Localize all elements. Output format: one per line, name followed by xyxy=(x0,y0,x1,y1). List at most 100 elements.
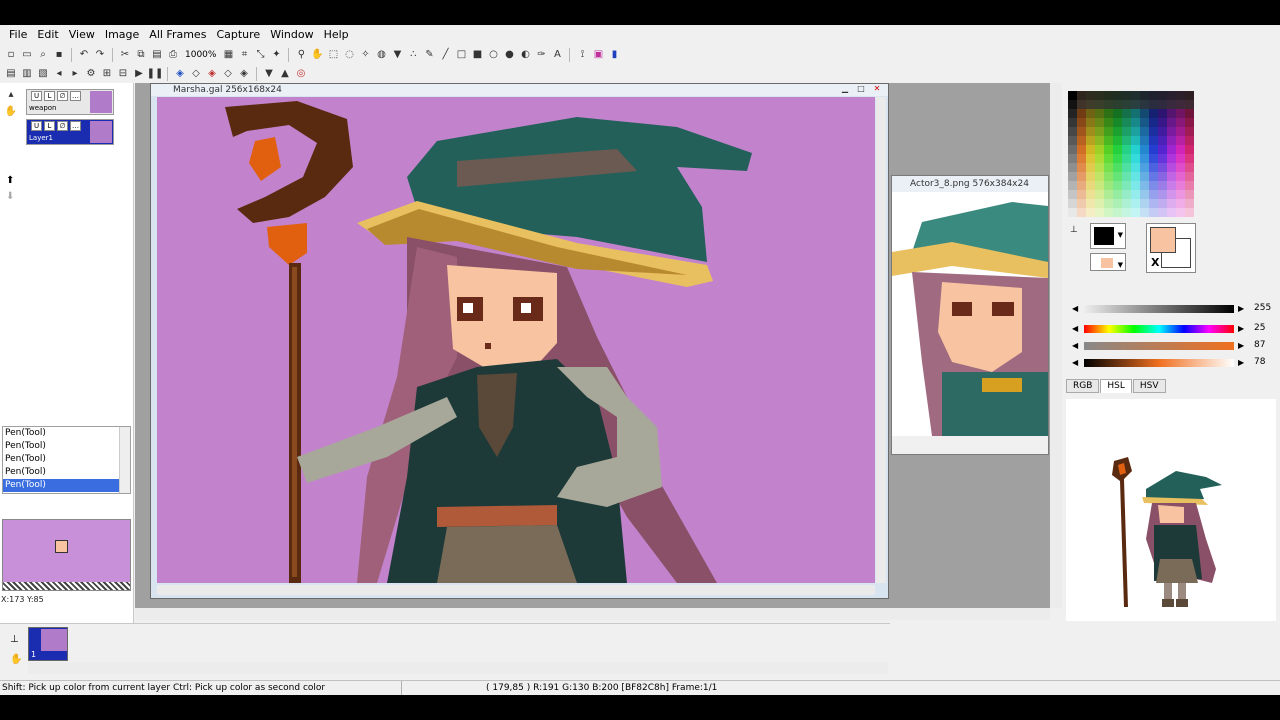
workspace-horizontal-scrollbar[interactable] xyxy=(135,608,1050,620)
palette-swatch[interactable] xyxy=(1122,190,1131,199)
palette-swatch[interactable] xyxy=(1068,91,1077,100)
palette-swatch[interactable] xyxy=(1158,118,1167,127)
layer-visible-checkbox[interactable]: U xyxy=(31,91,42,101)
palette-swatch[interactable] xyxy=(1077,208,1086,217)
palette-swatch[interactable] xyxy=(1131,109,1140,118)
palette-swatch[interactable] xyxy=(1149,190,1158,199)
palette-swatch[interactable] xyxy=(1122,163,1131,172)
palette-swatch[interactable] xyxy=(1077,163,1086,172)
palette-swatch[interactable] xyxy=(1185,190,1194,199)
list-item[interactable]: Pen(Tool) xyxy=(3,440,130,453)
line-icon[interactable]: ╱ xyxy=(438,48,452,62)
palette-swatch[interactable] xyxy=(1095,145,1104,154)
palette-swatch[interactable] xyxy=(1167,127,1176,136)
list-item[interactable]: Pen(Tool) xyxy=(3,466,130,479)
palette-swatch[interactable] xyxy=(1149,154,1158,163)
palette-swatch[interactable] xyxy=(1167,208,1176,217)
layer-new-icon[interactable]: ▤ xyxy=(4,67,18,81)
palette-swatch[interactable] xyxy=(1140,145,1149,154)
palette-swatch[interactable] xyxy=(1104,118,1113,127)
palette-swatch[interactable] xyxy=(1176,172,1185,181)
palette-swatch[interactable] xyxy=(1122,172,1131,181)
menu-help[interactable]: Help xyxy=(319,28,354,41)
layer-up-icon[interactable]: ▴ xyxy=(2,89,20,105)
copy-icon[interactable]: ⧉ xyxy=(134,48,148,62)
palette-swatch[interactable] xyxy=(1167,190,1176,199)
minimize-icon[interactable]: ▁ xyxy=(838,84,852,94)
ellipse-icon[interactable]: ○ xyxy=(486,48,500,62)
palette-swatch[interactable] xyxy=(1131,145,1140,154)
text-icon[interactable]: A xyxy=(550,48,564,62)
palette-swatch[interactable] xyxy=(1104,190,1113,199)
palette-swatch[interactable] xyxy=(1185,199,1194,208)
palette-swatch[interactable] xyxy=(1131,190,1140,199)
palette-swatch[interactable] xyxy=(1068,163,1077,172)
palette-swatch[interactable] xyxy=(1140,91,1149,100)
palette-swatch[interactable] xyxy=(1149,172,1158,181)
palette-swatch[interactable] xyxy=(1077,172,1086,181)
palette-swatch[interactable] xyxy=(1086,127,1095,136)
palette-swatch[interactable] xyxy=(1104,181,1113,190)
list-item[interactable]: Pen(Tool) xyxy=(3,453,130,466)
palette-swatch[interactable] xyxy=(1077,136,1086,145)
palette-swatch[interactable] xyxy=(1176,127,1185,136)
palette-swatch[interactable] xyxy=(1113,208,1122,217)
tab-hsl[interactable]: HSL xyxy=(1100,379,1132,393)
palette-swatch[interactable] xyxy=(1095,181,1104,190)
frame-thumbnail[interactable]: 1 xyxy=(28,627,68,661)
palette-swatch[interactable] xyxy=(1158,127,1167,136)
palette-swatch[interactable] xyxy=(1077,145,1086,154)
palette-swatch[interactable] xyxy=(1140,199,1149,208)
menu-window[interactable]: Window xyxy=(265,28,318,41)
palette-swatch[interactable] xyxy=(1095,109,1104,118)
palette-swatch[interactable] xyxy=(1158,109,1167,118)
settings-icon[interactable]: ◎ xyxy=(294,67,308,81)
layer-more-button[interactable]: … xyxy=(70,91,81,101)
palette-swatch[interactable] xyxy=(1176,109,1185,118)
palette-swatch[interactable] xyxy=(1113,100,1122,109)
palette-swatch[interactable] xyxy=(1131,100,1140,109)
palette-swatch[interactable] xyxy=(1131,163,1140,172)
tab-hsv[interactable]: HSV xyxy=(1132,379,1166,393)
frame-hand-icon[interactable]: ✋ xyxy=(10,650,22,670)
layer-row-layer1[interactable]: U L ∅ … Layer1 xyxy=(26,119,114,145)
onion-icon[interactable]: ◈ xyxy=(173,67,187,81)
layer-delete-icon[interactable]: ▧ xyxy=(36,67,50,81)
effects-icon[interactable]: ✦ xyxy=(269,48,283,62)
navigator-preview[interactable] xyxy=(2,519,131,591)
stamp-icon[interactable]: ◍ xyxy=(374,48,388,62)
palette-swatch[interactable] xyxy=(1185,127,1194,136)
move-down-icon[interactable]: ⬇ xyxy=(6,191,14,202)
palette-swatch[interactable] xyxy=(1185,172,1194,181)
palette-swatch[interactable] xyxy=(1104,109,1113,118)
tab-rgb[interactable]: RGB xyxy=(1066,379,1100,393)
drawing-canvas[interactable] xyxy=(157,97,875,583)
palette-swatch[interactable] xyxy=(1122,199,1131,208)
dup-frame-icon[interactable]: ⊟ xyxy=(116,67,130,81)
menu-all-frames[interactable]: All Frames xyxy=(144,28,211,41)
palette-swatch[interactable] xyxy=(1158,145,1167,154)
palette-swatch[interactable] xyxy=(1122,145,1131,154)
palette-swatch[interactable] xyxy=(1158,208,1167,217)
list-item[interactable]: Pen(Tool) xyxy=(3,479,130,492)
palette-swatch[interactable] xyxy=(1086,181,1095,190)
palette-swatch[interactable] xyxy=(1140,100,1149,109)
palette-swatch[interactable] xyxy=(1149,163,1158,172)
palette-swatch[interactable] xyxy=(1140,190,1149,199)
palette-swatch[interactable] xyxy=(1122,118,1131,127)
crop-icon[interactable]: ⌗ xyxy=(237,48,251,62)
fill-icon[interactable]: ▼ xyxy=(390,48,404,62)
saturation-slider[interactable]: ◀ ▶ 87 xyxy=(1072,340,1265,352)
palette-swatch[interactable] xyxy=(1149,109,1158,118)
play-icon[interactable]: ▶ xyxy=(132,67,146,81)
palette-swatch[interactable] xyxy=(1176,100,1185,109)
palette-swatch[interactable] xyxy=(1140,172,1149,181)
palette-swatch[interactable] xyxy=(1122,136,1131,145)
palette-swatch[interactable] xyxy=(1113,91,1122,100)
palette-swatch[interactable] xyxy=(1095,163,1104,172)
palette-swatch[interactable] xyxy=(1095,208,1104,217)
palette-swatch[interactable] xyxy=(1122,181,1131,190)
palette-swatch[interactable] xyxy=(1113,109,1122,118)
primary-secondary-swatch[interactable]: X xyxy=(1146,223,1196,273)
palette-swatch[interactable] xyxy=(1158,136,1167,145)
